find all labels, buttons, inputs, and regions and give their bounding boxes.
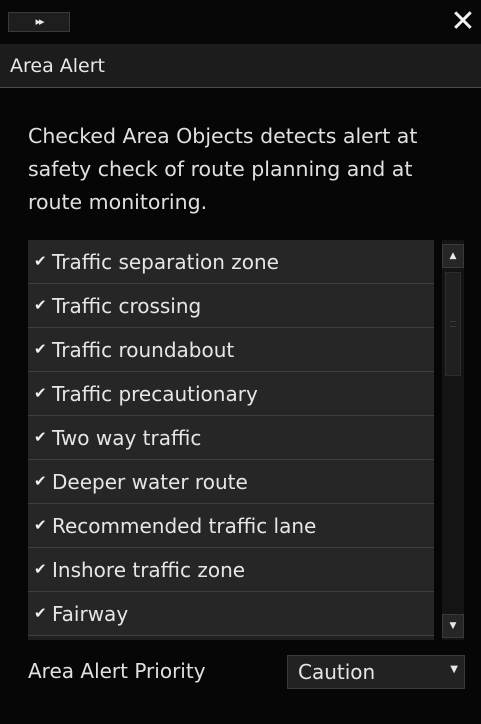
list-item[interactable]: ✔ Deeper water route [28, 460, 434, 504]
close-icon[interactable]: ✕ [447, 6, 479, 38]
checkmark-icon[interactable]: ✔ [34, 297, 47, 313]
list-scrollbar[interactable]: ▲ ▼ [442, 240, 464, 640]
scroll-thumb[interactable] [445, 272, 461, 376]
list-item[interactable]: ✔ Traffic precautionary [28, 372, 434, 416]
scroll-down-button[interactable]: ▼ [442, 614, 464, 638]
panel-title: Area Alert [10, 55, 105, 77]
checkmark-icon[interactable]: ✔ [34, 341, 47, 357]
priority-selected-value: Caution [298, 660, 376, 684]
list-item-label: Traffic crossing [52, 294, 202, 318]
list-item[interactable]: ✔ Fairway [28, 592, 434, 636]
list-item-label: Recommended traffic lane [52, 514, 317, 538]
checkmark-icon[interactable]: ✔ [34, 385, 47, 401]
scroll-grip-icon [450, 321, 456, 327]
checkmark-icon[interactable]: ✔ [34, 605, 47, 621]
list-item[interactable]: ✔ Traffic roundabout [28, 328, 434, 372]
chevron-down-icon: ▼ [450, 664, 458, 675]
scroll-up-button[interactable]: ▲ [442, 244, 464, 268]
checkmark-icon[interactable]: ✔ [34, 561, 47, 577]
description-text: Checked Area Objects detects alert at sa… [28, 124, 418, 214]
checkmark-icon[interactable]: ✔ [34, 253, 47, 269]
list-item-label: Two way traffic [52, 426, 202, 450]
priority-dropdown[interactable]: Caution ▼ [287, 655, 465, 689]
checkmark-icon[interactable]: ✔ [34, 473, 47, 489]
list-item-label: Fairway [52, 602, 129, 626]
list-item-label: Inshore traffic zone [52, 558, 246, 582]
list-item-label: Traffic roundabout [52, 338, 235, 362]
list-item-label: Traffic separation zone [52, 250, 279, 274]
area-alert-panel: ▸▸ ✕ Area Alert Checked Area Objects det… [0, 0, 481, 724]
list-item-label: Traffic precautionary [52, 382, 258, 406]
area-object-list: ✔ Traffic separation zone ✔ Traffic crossin… [28, 240, 434, 640]
panel-toolbar: ▸▸ ✕ [0, 0, 481, 44]
list-item[interactable]: ✔ Traffic separation zone [28, 240, 434, 284]
checkmark-icon[interactable]: ✔ [34, 517, 47, 533]
panel-header: Area Alert [0, 44, 481, 88]
priority-label: Area Alert Priority [28, 659, 206, 683]
list-item[interactable]: ✔ Inshore traffic zone [28, 548, 434, 592]
list-item[interactable]: ✔ Traffic crossing [28, 284, 434, 328]
list-item[interactable]: ✔ Recommended traffic lane [28, 504, 434, 548]
list-item[interactable]: ✔ Two way traffic [28, 416, 434, 460]
expand-panel-button[interactable]: ▸▸ [8, 12, 70, 32]
checkmark-icon[interactable]: ✔ [34, 429, 47, 445]
list-item-label: Deeper water route [52, 470, 248, 494]
